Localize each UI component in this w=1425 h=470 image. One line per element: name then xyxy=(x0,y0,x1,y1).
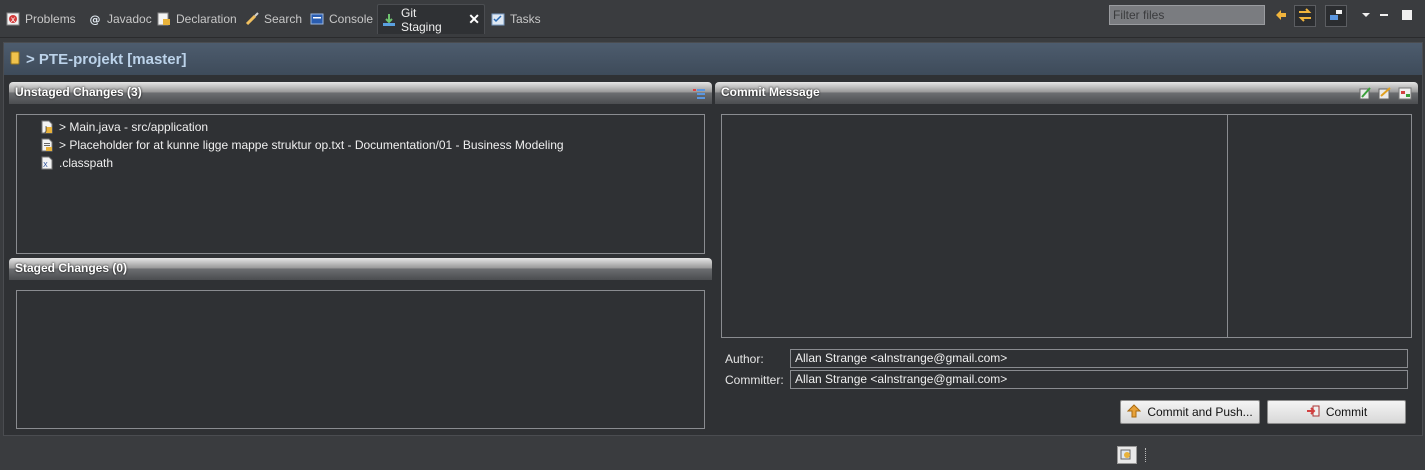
maximize-icon xyxy=(1401,9,1413,24)
list-item[interactable]: J > Main.java - src/application xyxy=(17,118,704,136)
chevron-down-icon xyxy=(1361,9,1371,23)
author-label: Author: xyxy=(725,352,764,366)
tab-search[interactable]: Search xyxy=(241,4,306,34)
tab-label: Problems xyxy=(25,12,76,26)
change-id-icon[interactable] xyxy=(1398,86,1412,100)
toolbar-grip[interactable] xyxy=(1145,448,1148,462)
committer-field[interactable]: Allan Strange <alnstrange@gmail.com> xyxy=(790,370,1408,389)
commit-icon xyxy=(1306,404,1320,421)
minimize-icon xyxy=(1379,9,1389,23)
java-file-icon: J xyxy=(41,120,53,134)
search-icon xyxy=(245,12,259,26)
tab-declaration[interactable]: Declaration xyxy=(153,4,241,34)
tab-console[interactable]: Console xyxy=(306,4,377,34)
repository-title: > PTE-projekt [master] xyxy=(26,50,187,68)
text-file-icon xyxy=(41,138,53,152)
amend-icon[interactable] xyxy=(1358,86,1372,100)
layout-toggle-button[interactable] xyxy=(1325,5,1347,27)
section-title: Commit Message xyxy=(721,85,820,99)
push-icon xyxy=(1127,403,1142,421)
git-staging-icon xyxy=(382,13,396,27)
tab-javadoc[interactable]: @ Javadoc xyxy=(84,4,156,34)
tab-label: Javadoc xyxy=(107,12,152,26)
repository-icon xyxy=(10,51,20,68)
tab-label: Console xyxy=(329,12,374,26)
staged-files-list[interactable] xyxy=(16,290,705,429)
svg-text:x: x xyxy=(11,15,16,24)
swap-arrows-icon xyxy=(1297,7,1313,26)
unstaged-files-list[interactable]: J > Main.java - src/application > Placeh… xyxy=(16,114,705,254)
file-label: .classpath xyxy=(59,156,114,170)
section-title: Unstaged Changes (3) xyxy=(15,85,142,99)
repository-header: > PTE-projekt [master] xyxy=(4,43,1422,75)
file-label: > Main.java - src/application xyxy=(59,120,209,134)
list-item[interactable]: X .classpath xyxy=(17,154,704,172)
tab-label: Tasks xyxy=(510,12,541,26)
compare-mode-button[interactable] xyxy=(1294,5,1316,27)
problems-icon: x xyxy=(6,12,20,26)
declaration-icon xyxy=(157,12,171,26)
button-label: Commit xyxy=(1325,405,1368,419)
list-item[interactable]: > Placeholder for at kunne ligge mappe s… xyxy=(17,136,704,154)
staged-changes-header: Staged Changes (0) xyxy=(9,258,712,280)
refresh-icon xyxy=(1273,7,1289,26)
commit-message-input[interactable] xyxy=(721,114,1412,338)
unstaged-changes-header: Unstaged Changes (3) xyxy=(9,82,712,104)
tab-label: Git Staging xyxy=(401,5,442,34)
commit-message-header: Commit Message xyxy=(715,82,1418,104)
filter-files-input[interactable] xyxy=(1109,5,1265,25)
git-staging-view: > PTE-projekt [master] Unstaged Changes … xyxy=(3,42,1423,436)
tab-problems[interactable]: x Problems xyxy=(2,4,80,34)
svg-text:X: X xyxy=(43,161,48,169)
presentation-icon[interactable] xyxy=(692,86,706,100)
refresh-button[interactable] xyxy=(1270,5,1292,27)
tab-label: Declaration xyxy=(176,12,237,26)
console-icon xyxy=(310,12,324,26)
fast-view-icon xyxy=(1120,447,1134,464)
sign-off-icon[interactable] xyxy=(1378,86,1392,100)
commit-and-push-button[interactable]: Commit and Push... xyxy=(1120,400,1260,424)
layout-icon xyxy=(1328,7,1344,26)
button-label: Commit and Push... xyxy=(1147,405,1253,419)
xml-file-icon: X xyxy=(41,156,53,170)
tab-git-staging[interactable]: Git Staging ✕ xyxy=(377,4,485,34)
section-title: Staged Changes (0) xyxy=(15,261,128,275)
tab-tasks[interactable]: Tasks xyxy=(487,4,545,34)
javadoc-icon: @ xyxy=(88,12,102,26)
fast-view-button[interactable] xyxy=(1117,446,1137,464)
margin-guide xyxy=(1227,115,1228,337)
minimize-button[interactable] xyxy=(1373,5,1395,27)
file-label: > Placeholder for at kunne ligge mappe s… xyxy=(59,138,564,152)
maximize-button[interactable] xyxy=(1396,5,1418,27)
commit-button[interactable]: Commit xyxy=(1267,400,1406,424)
author-field[interactable]: Allan Strange <alnstrange@gmail.com> xyxy=(790,349,1408,368)
view-tab-bar: x Problems @ Javadoc Declaration Search … xyxy=(0,0,1425,38)
svg-text:J: J xyxy=(44,125,47,133)
svg-text:@: @ xyxy=(90,13,101,26)
committer-label: Committer: xyxy=(725,373,784,387)
close-icon[interactable]: ✕ xyxy=(468,11,480,28)
tasks-icon xyxy=(491,12,505,26)
tab-label: Search xyxy=(264,12,303,26)
